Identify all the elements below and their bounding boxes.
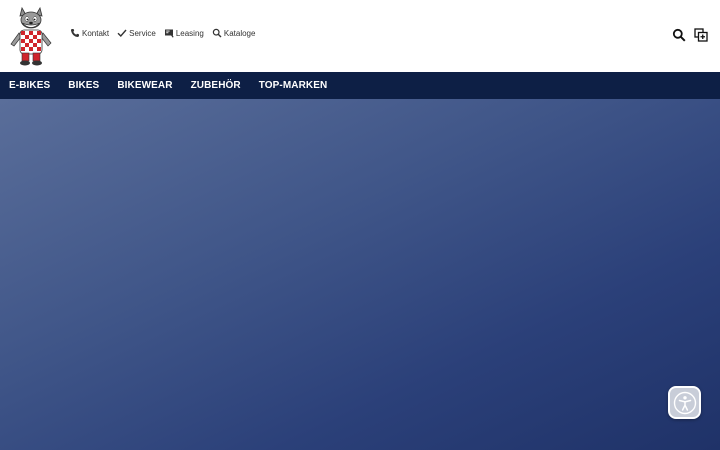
phone-icon (71, 29, 79, 37)
header-tools (672, 28, 708, 42)
wolf-mascot-logo[interactable] (6, 6, 56, 66)
accessibility-button[interactable] (668, 386, 701, 419)
nav-item-e-bikes[interactable]: E-BIKES (9, 80, 50, 91)
compare-icon[interactable] (694, 28, 708, 42)
utility-link-leasing[interactable]: Leasing (164, 28, 204, 38)
nav-item-bikewear[interactable]: BIKEWEAR (117, 80, 172, 91)
search-icon (212, 28, 222, 38)
search-icon[interactable] (672, 28, 686, 42)
utility-link-label: Service (129, 28, 156, 38)
check-icon (117, 29, 127, 38)
nav-item-bikes[interactable]: BIKES (68, 80, 99, 91)
utility-link-service[interactable]: Service (117, 28, 156, 38)
leasing-icon (164, 29, 174, 38)
utility-link-label: Leasing (175, 28, 204, 38)
utility-link-kataloge[interactable]: Kataloge (212, 28, 256, 38)
utility-link-kontakt[interactable]: Kontakt (70, 28, 109, 38)
nav-item-zubehoer[interactable]: ZUBEHÖR (191, 80, 241, 91)
accessibility-icon (673, 391, 696, 414)
header: Kontakt Service Leasing Kataloge (0, 0, 720, 72)
hero-banner (0, 99, 720, 450)
main-nav: E-BIKES BIKES BIKEWEAR ZUBEHÖR TOP-MARKE… (0, 72, 720, 99)
utility-nav: Kontakt Service Leasing Kataloge (70, 28, 255, 38)
utility-link-label: Kontakt (82, 28, 110, 38)
nav-item-top-marken[interactable]: TOP-MARKEN (259, 80, 328, 91)
utility-link-label: Kataloge (223, 28, 256, 38)
